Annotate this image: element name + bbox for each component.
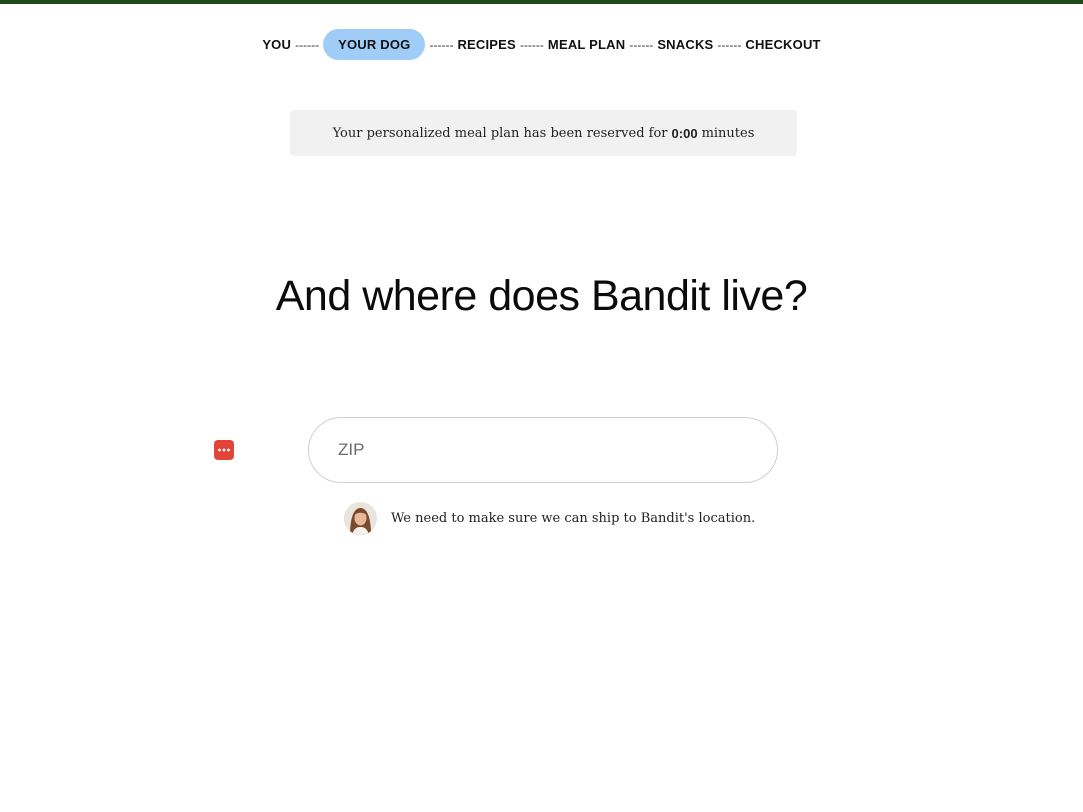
step-you[interactable]: YOU xyxy=(262,29,291,60)
timer-prefix: Your personalized meal plan has been res… xyxy=(332,125,668,141)
step-separator: ------ xyxy=(295,37,320,52)
step-checkout[interactable]: CHECKOUT xyxy=(745,29,820,60)
timer-suffix: minutes xyxy=(701,125,755,141)
step-your-dog[interactable]: YOUR DOG xyxy=(323,29,426,60)
step-meal-plan[interactable]: MEAL PLAN xyxy=(548,29,625,60)
password-manager-icon[interactable] xyxy=(214,440,234,460)
step-snacks[interactable]: SNACKS xyxy=(657,29,713,60)
reservation-timer-banner: Your personalized meal plan has been res… xyxy=(290,110,797,156)
page-title: And where does Bandit live? xyxy=(275,272,808,320)
step-separator: ------ xyxy=(717,37,742,52)
top-accent-bar xyxy=(0,0,1083,4)
helper-text: We need to make sure we can ship to Band… xyxy=(391,511,756,526)
step-separator: ------ xyxy=(429,37,454,52)
step-separator: ------ xyxy=(629,37,654,52)
timer-value: 0:00 xyxy=(671,125,698,141)
helper-message: We need to make sure we can ship to Band… xyxy=(344,502,755,535)
checkout-stepper: YOU ------ YOUR DOG ------ RECIPES -----… xyxy=(0,29,1083,60)
step-recipes[interactable]: RECIPES xyxy=(457,29,515,60)
advisor-avatar xyxy=(344,502,377,535)
dots-icon xyxy=(218,448,230,452)
step-separator: ------ xyxy=(519,37,544,52)
zip-input[interactable] xyxy=(308,417,778,483)
